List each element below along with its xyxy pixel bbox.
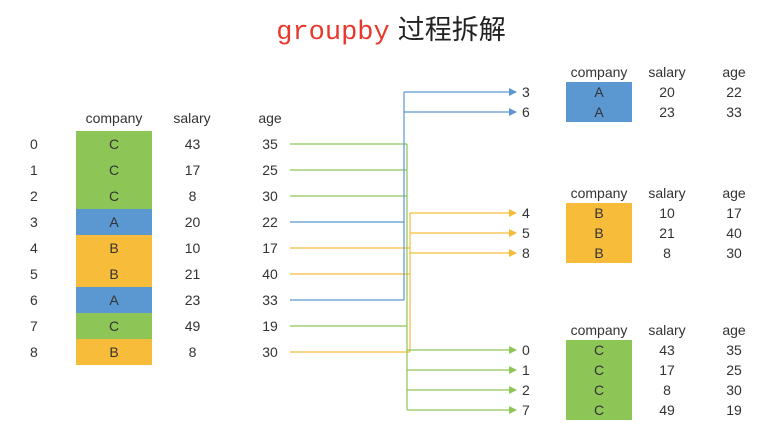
source-index: 6 (30, 292, 38, 308)
group-company-cell: B (566, 243, 632, 263)
group-header-age: age (722, 64, 746, 80)
group-company-cell: A (566, 102, 632, 122)
group-index: 8 (522, 245, 530, 261)
source-salary: 10 (184, 240, 201, 256)
source-index: 8 (30, 344, 38, 360)
source-salary: 17 (184, 162, 201, 178)
source-salary: 21 (184, 266, 201, 282)
group-header-company: company (570, 322, 628, 338)
source-company-cell: A (76, 287, 152, 313)
source-header-salary: salary (173, 110, 211, 126)
group-index: 3 (522, 84, 530, 100)
group-salary: 23 (659, 104, 675, 120)
group-salary: 8 (663, 382, 671, 398)
source-age: 19 (262, 318, 278, 334)
group-header-salary: salary (648, 185, 686, 201)
source-index: 7 (30, 318, 38, 334)
group-index: 2 (522, 382, 530, 398)
group-salary: 49 (659, 402, 675, 418)
source-header-age: age (258, 110, 282, 126)
source-age: 17 (262, 240, 278, 256)
source-age: 30 (262, 344, 278, 360)
group-age: 30 (726, 245, 742, 261)
group-salary: 43 (659, 342, 675, 358)
source-salary: 8 (188, 188, 197, 204)
source-salary: 23 (184, 292, 201, 308)
group-header-salary: salary (648, 64, 686, 80)
group-salary: 8 (663, 245, 671, 261)
group-age: 35 (726, 342, 742, 358)
group-salary: 10 (659, 205, 675, 221)
source-company-cell: B (76, 261, 152, 287)
group-index: 1 (522, 362, 530, 378)
group-age: 25 (726, 362, 742, 378)
source-company-cell: C (76, 131, 152, 157)
source-salary: 20 (184, 214, 201, 230)
source-header-company: company (85, 110, 143, 126)
group-header-age: age (722, 185, 746, 201)
group-age: 19 (726, 402, 742, 418)
source-index: 1 (30, 162, 38, 178)
source-company-cell: C (76, 157, 152, 183)
group-index: 5 (522, 225, 530, 241)
source-company-cell: C (76, 313, 152, 339)
source-company-cell: B (76, 235, 152, 261)
group-age: 30 (726, 382, 742, 398)
source-index: 2 (30, 188, 38, 204)
source-age: 25 (262, 162, 278, 178)
group-company-cell: C (566, 340, 632, 360)
group-header-company: company (570, 64, 628, 80)
group-company-cell: C (566, 380, 632, 400)
group-company-cell: B (566, 223, 632, 243)
source-salary: 49 (184, 318, 201, 334)
group-salary: 17 (659, 362, 675, 378)
group-index: 0 (522, 342, 530, 358)
group-company-cell: C (566, 400, 632, 420)
source-company-cell: B (76, 339, 152, 365)
group-index: 6 (522, 104, 530, 120)
source-salary: 8 (188, 344, 197, 360)
source-age: 30 (262, 188, 278, 204)
source-salary: 43 (184, 136, 201, 152)
group-age: 17 (726, 205, 742, 221)
source-age: 35 (262, 136, 278, 152)
group-header-salary: salary (648, 322, 686, 338)
source-company-cell: C (76, 183, 152, 209)
source-age: 40 (262, 266, 278, 282)
group-index: 7 (522, 402, 530, 418)
source-age: 33 (262, 292, 278, 308)
group-age: 33 (726, 104, 742, 120)
group-header-age: age (722, 322, 746, 338)
group-company-cell: C (566, 360, 632, 380)
group-age: 40 (726, 225, 742, 241)
group-company-cell: A (566, 82, 632, 102)
source-age: 22 (262, 214, 278, 230)
source-index: 4 (30, 240, 38, 256)
group-index: 4 (522, 205, 530, 221)
source-index: 0 (30, 136, 38, 152)
group-age: 22 (726, 84, 742, 100)
source-company-cell: A (76, 209, 152, 235)
group-salary: 21 (659, 225, 675, 241)
group-company-cell: B (566, 203, 632, 223)
group-salary: 20 (659, 84, 675, 100)
group-header-company: company (570, 185, 628, 201)
source-index: 3 (30, 214, 38, 230)
source-index: 5 (30, 266, 38, 282)
